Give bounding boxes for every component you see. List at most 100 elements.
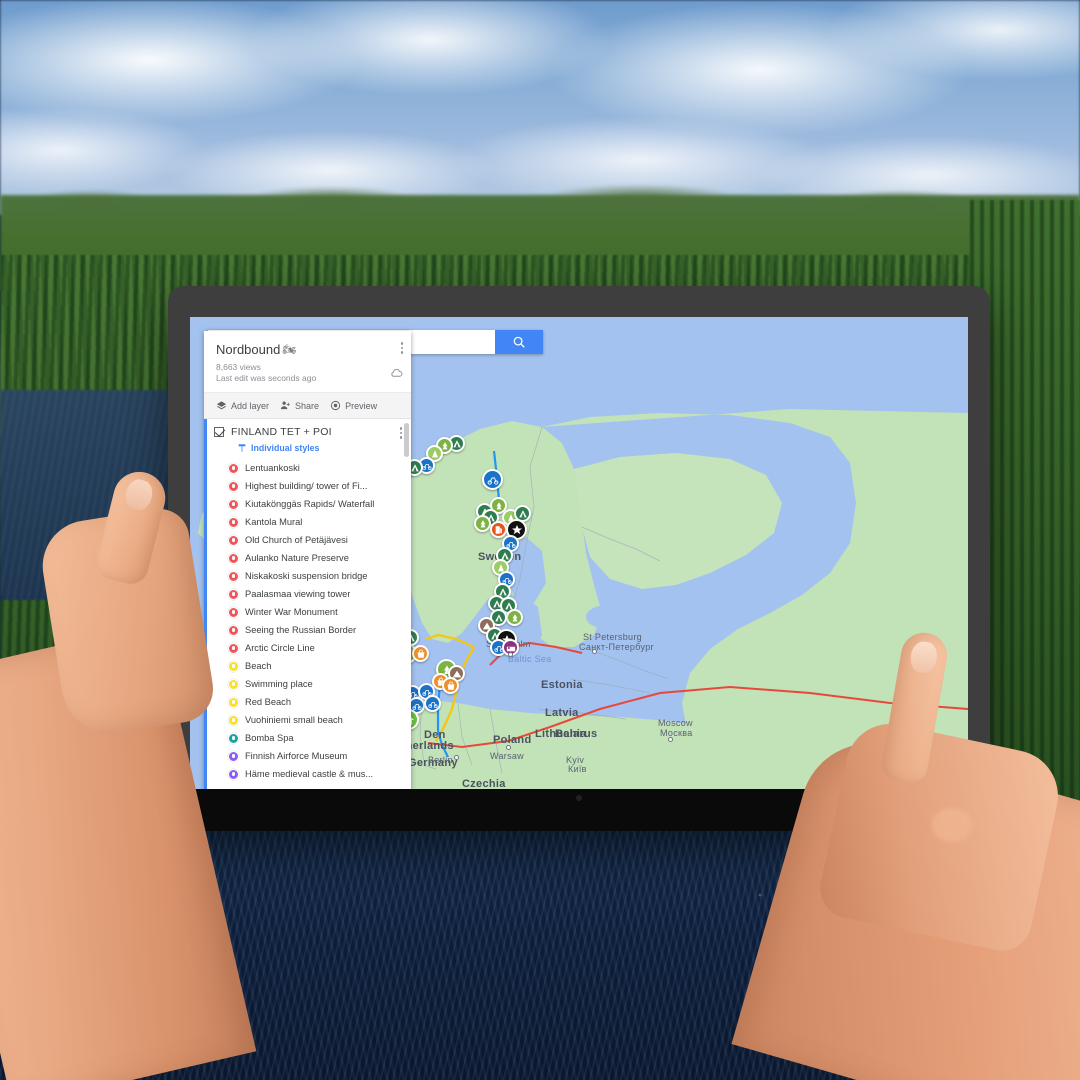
list-item[interactable]: Finnish Airforce Museum — [228, 747, 405, 765]
individual-styles-link[interactable]: Individual styles — [204, 443, 411, 459]
paint-format-icon — [238, 444, 246, 452]
panel-header: Nordbound 🏍 8,663 views Last edit was se… — [204, 331, 411, 392]
share-label: Share — [295, 400, 320, 411]
add-layer-label: Add layer — [231, 400, 270, 411]
place-pin-icon — [228, 570, 239, 582]
individual-styles-label: Individual styles — [251, 443, 320, 453]
list-item[interactable]: Aulanko Nature Preserve — [228, 549, 405, 567]
place-pin-icon — [228, 588, 239, 600]
place-label: Winter War Monument — [245, 607, 338, 617]
list-item[interactable]: Paalasmaa viewing tower — [228, 585, 405, 603]
list-item[interactable]: Niskakoski suspension bridge — [228, 567, 405, 585]
layer-visibility-checkbox[interactable] — [214, 427, 224, 437]
tablet-screen: Norwegian SeaNorth SeaBaltic SeaIcelandS… — [190, 317, 968, 789]
map-marker-fuel[interactable] — [490, 521, 507, 538]
layer-section: FINLAND TET + POI Individual styles Lent… — [204, 419, 411, 789]
place-label: Beach — [245, 661, 272, 671]
map-marker-cycling[interactable] — [424, 695, 441, 712]
map-marker-shopping[interactable] — [412, 645, 429, 662]
list-item[interactable]: Seeing the Russian Border — [228, 621, 405, 639]
place-label: Paalasmaa viewing tower — [245, 589, 351, 599]
place-pin-icon — [228, 768, 239, 780]
add-layer-button[interactable]: Add layer — [216, 400, 269, 411]
my-maps-panel: Nordbound 🏍 8,663 views Last edit was se… — [204, 331, 411, 789]
eye-icon — [330, 400, 341, 411]
list-item[interactable]: Highest building/ tower of Fi... — [228, 477, 405, 495]
map-marker-cycling[interactable] — [482, 469, 503, 490]
cloud-saved-icon — [390, 365, 403, 383]
search-button[interactable] — [495, 330, 543, 354]
tablet-device: Norwegian SeaNorth SeaBaltic SeaIcelandS… — [168, 286, 990, 831]
layer-name: FINLAND TET + POI — [231, 426, 332, 438]
place-pin-icon — [228, 678, 239, 690]
map-title-text: Nordbound — [216, 342, 281, 357]
place-pin-icon — [228, 606, 239, 618]
list-item[interactable]: Red Beach — [228, 693, 405, 711]
place-label: Lentuankoski — [245, 463, 300, 473]
place-label: Aulanko Nature Preserve — [245, 553, 349, 563]
place-label: Swimming place — [245, 679, 313, 689]
list-item[interactable]: Beach — [228, 657, 405, 675]
city-dot-moscow — [668, 737, 673, 742]
water-glints — [740, 885, 1040, 1015]
city-dot-stockholm — [508, 652, 513, 657]
place-pin-icon — [228, 642, 239, 654]
place-label: Red Beach — [245, 697, 291, 707]
place-list[interactable]: Lentuankoski Highest building/ tower of F… — [204, 459, 411, 783]
list-item[interactable]: Winter War Monument — [228, 603, 405, 621]
list-item[interactable]: Old Church of Petäjävesi — [228, 531, 405, 549]
place-label: Bomba Spa — [245, 733, 294, 743]
list-item[interactable]: Vuohiniemi small beach — [228, 711, 405, 729]
place-pin-icon — [228, 552, 239, 564]
list-item[interactable]: Arctic Circle Line — [228, 639, 405, 657]
place-pin-icon — [228, 696, 239, 708]
place-label: Old Church of Petäjävesi — [245, 535, 348, 545]
place-label: Kiutakönggäs Rapids/ Waterfall — [245, 499, 375, 509]
page-title: Nordbound 🏍 — [216, 342, 399, 357]
layer-header[interactable]: FINLAND TET + POI — [204, 419, 411, 443]
panel-scrollbar-track[interactable] — [404, 419, 410, 789]
list-item[interactable]: Kiutakönggäs Rapids/ Waterfall — [228, 495, 405, 513]
layer-menu-button[interactable] — [399, 427, 402, 439]
map-marker-park[interactable] — [506, 609, 523, 626]
place-pin-icon — [228, 714, 239, 726]
layer-accent-bar — [204, 419, 207, 789]
lake-water — [0, 830, 1080, 1080]
person-add-icon — [280, 401, 290, 410]
place-pin-icon — [228, 732, 239, 744]
layers-icon — [216, 401, 227, 410]
place-pin-icon — [228, 498, 239, 510]
preview-label: Preview — [345, 400, 378, 411]
place-label: Vuohiniemi small beach — [245, 715, 343, 725]
place-label: Häme medieval castle & mus... — [245, 769, 374, 779]
map-marker-park[interactable] — [474, 515, 491, 532]
place-pin-icon — [228, 660, 239, 672]
city-dot-warsaw — [506, 745, 511, 750]
panel-menu-button[interactable] — [400, 342, 403, 354]
last-edit-status: Last edit was seconds ago — [216, 373, 317, 383]
place-label: Arctic Circle Line — [245, 643, 315, 653]
panel-action-bar[interactable]: Add layer Share Preview — [204, 392, 411, 419]
place-label: Kantola Mural — [245, 517, 303, 527]
panel-scrollbar-thumb[interactable] — [404, 423, 409, 457]
place-pin-icon — [228, 462, 239, 474]
place-label: Highest building/ tower of Fi... — [245, 481, 368, 491]
list-item[interactable]: Lentuankoski — [228, 459, 405, 477]
place-pin-icon — [228, 624, 239, 636]
view-count: 8,663 views — [216, 362, 261, 372]
place-pin-icon — [228, 750, 239, 762]
place-pin-icon — [228, 480, 239, 492]
motorbike-icon: 🏍 — [282, 344, 296, 356]
list-item[interactable]: Kantola Mural — [228, 513, 405, 531]
tablet-home-indicator — [576, 795, 582, 801]
preview-button[interactable]: Preview — [330, 400, 377, 411]
list-item[interactable]: Bomba Spa — [228, 729, 405, 747]
map-marker-shopping[interactable] — [442, 677, 459, 694]
sky-clouds — [0, 0, 1080, 215]
list-item[interactable]: Swimming place — [228, 675, 405, 693]
search-icon — [513, 336, 525, 348]
list-item[interactable]: Häme medieval castle & mus... — [228, 765, 405, 783]
place-label: Seeing the Russian Border — [245, 625, 357, 635]
share-button[interactable]: Share — [280, 400, 319, 411]
place-label: Finnish Airforce Museum — [245, 751, 348, 761]
